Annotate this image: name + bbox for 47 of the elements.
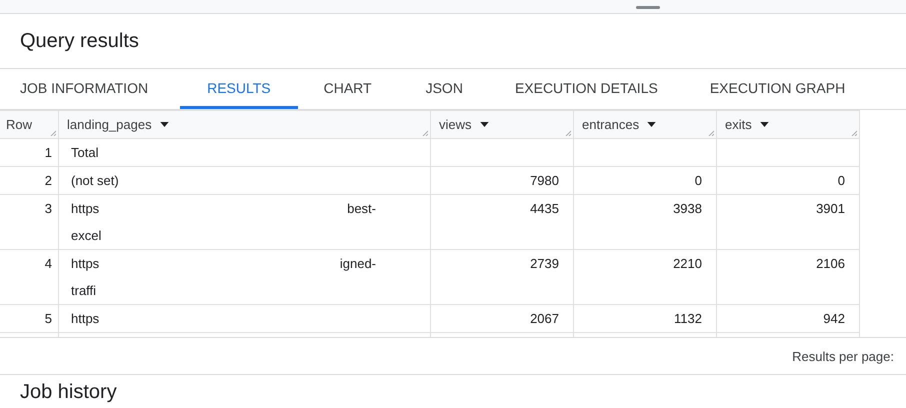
resize-grip-icon[interactable]	[851, 130, 857, 136]
tab[interactable]: EXECUTION GRAPH	[690, 69, 866, 109]
column-header[interactable]: views	[439, 117, 472, 132]
results-per-page-label: Results per page:	[792, 348, 894, 364]
row-number: 2	[44, 173, 52, 188]
table-cell: 3901	[816, 201, 845, 216]
cell-text: (not set)	[71, 172, 119, 190]
table-cell: 0	[694, 173, 702, 188]
table-cell: 0	[838, 173, 845, 188]
row-number: 1	[44, 145, 52, 160]
drag-handle[interactable]	[636, 6, 660, 9]
table-cell: 4435	[530, 201, 559, 216]
row-number: 3	[44, 201, 52, 216]
row-number: 5	[44, 311, 52, 326]
cell-text: https	[71, 255, 100, 273]
row-number: 4	[44, 256, 52, 271]
table-cell: 942	[823, 311, 845, 326]
table-cell: 2739	[530, 256, 559, 271]
caret-icon[interactable]	[160, 122, 169, 127]
caret-icon[interactable]	[480, 122, 489, 127]
tab[interactable]: JSON	[406, 69, 483, 109]
cell-text: Total	[71, 144, 98, 162]
resize-grip-icon[interactable]	[50, 130, 56, 136]
tab[interactable]: EXECUTION DETAILS	[494, 69, 678, 109]
table-cell: 2210	[673, 256, 702, 271]
caret-icon[interactable]	[760, 122, 769, 127]
resize-grip-icon[interactable]	[708, 130, 714, 136]
column-header[interactable]: landing_pages	[67, 117, 152, 132]
caret-icon[interactable]	[647, 122, 656, 127]
panel-title: Query results	[20, 30, 139, 52]
cell-text: igned-	[340, 255, 376, 273]
table-cell: 2106	[816, 256, 845, 271]
table-cell: 3938	[673, 201, 702, 216]
cell-text: excel	[71, 227, 102, 245]
cell-text: best-	[347, 200, 376, 218]
resize-grip-icon[interactable]	[422, 130, 428, 136]
section-title: Job history	[20, 380, 117, 404]
resize-grip-icon[interactable]	[565, 130, 571, 136]
cell-text: https	[71, 200, 100, 218]
table-cell: 1132	[674, 311, 702, 326]
table-cell: 7980	[530, 173, 559, 188]
tab[interactable]: JOB INFORMATION	[0, 69, 174, 109]
tab[interactable]: CHART	[304, 69, 392, 109]
table-cell: 2067	[530, 311, 559, 326]
column-header[interactable]: exits	[725, 117, 752, 132]
cell-text: https	[71, 310, 100, 328]
cell-text: traffi	[71, 282, 96, 300]
